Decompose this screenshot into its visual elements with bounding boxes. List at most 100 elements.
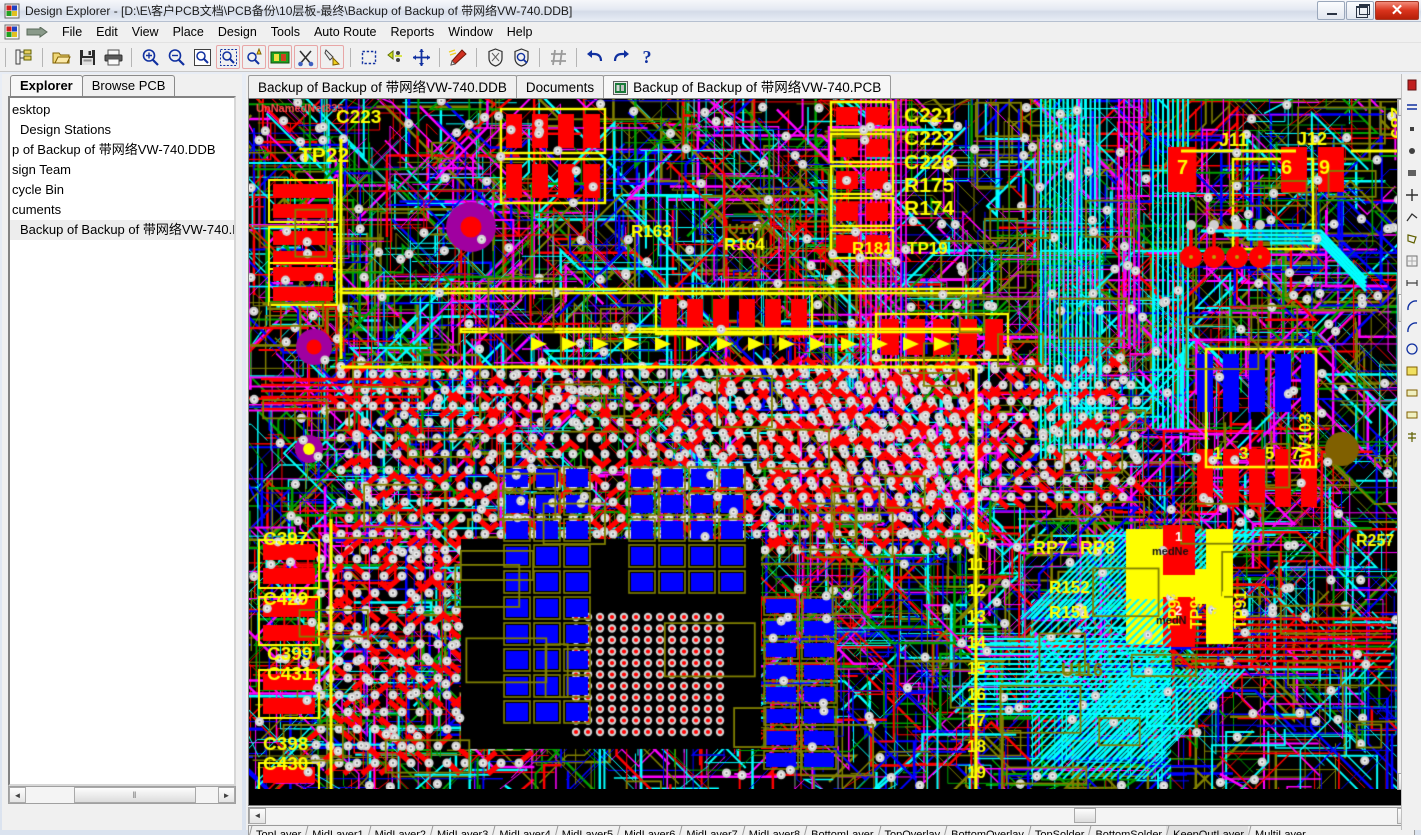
panel-tab-explorer[interactable]: Explorer	[10, 75, 83, 96]
layer-tab-midlayer2[interactable]: MidLayer2	[368, 826, 430, 835]
tree-item[interactable]: Backup of Backup of 带网络VW-740.P	[10, 220, 234, 240]
save-icon[interactable]	[75, 45, 99, 69]
maximize-button[interactable]	[1346, 1, 1374, 20]
layer-tab-multilayer[interactable]: MultiLayer	[1248, 826, 1310, 835]
move-icon[interactable]	[409, 45, 433, 69]
document-tab[interactable]: Backup of Backup of 带网络VW-740.PCB	[603, 75, 891, 98]
layer-tab-midlayer7[interactable]: MidLayer7	[679, 826, 741, 835]
place-room-icon[interactable]	[1402, 404, 1421, 426]
panel-tab-browse-pcb[interactable]: Browse PCB	[82, 75, 176, 96]
scroll-left-arrow-icon[interactable]: ◄	[9, 787, 26, 803]
help-icon[interactable]: ?	[635, 45, 659, 69]
browse-tree-icon[interactable]	[12, 45, 36, 69]
tree-item-label: Backup of Backup of 带网络VW-740.P	[20, 222, 234, 237]
layer-tab-midlayer8[interactable]: MidLayer8	[742, 826, 804, 835]
menu-item-help[interactable]: Help	[500, 23, 540, 41]
print-icon[interactable]	[101, 45, 125, 69]
menu-item-edit[interactable]: Edit	[89, 23, 125, 41]
tree-item[interactable]: sign Team	[10, 160, 234, 180]
zoom-area-icon[interactable]	[216, 45, 240, 69]
layer-tab-bottomoverlay[interactable]: BottomOverlay	[944, 826, 1028, 835]
menu-dropdown-arrow[interactable]	[23, 24, 49, 41]
canvas-hscrollbar[interactable]: ◄ ►	[248, 807, 1415, 824]
layer-tab-toplayer[interactable]: TopLayer	[249, 826, 305, 835]
pcb-component-icon[interactable]	[268, 45, 292, 69]
place-polygon-icon[interactable]	[1402, 228, 1421, 250]
toolbar-separator	[5, 48, 6, 67]
tree-item[interactable]: cuments	[10, 200, 234, 220]
document-tab[interactable]: Documents	[516, 75, 604, 98]
place-coordinate-icon[interactable]	[1402, 382, 1421, 404]
tree-item-label: Design Stations	[20, 122, 111, 137]
canvas-scroll-track[interactable]	[266, 808, 1397, 824]
layer-tab-midlayer4[interactable]: MidLayer4	[492, 826, 554, 835]
move-tool-icon[interactable]	[1402, 184, 1421, 206]
toolbar-separator	[539, 48, 540, 67]
layer-tab-bottomlayer[interactable]: BottomLayer	[804, 826, 877, 835]
drc-browse-icon[interactable]	[509, 45, 533, 69]
minimize-button[interactable]	[1317, 1, 1345, 20]
pcb-canvas[interactable]: ▲ ▼	[248, 98, 1415, 806]
undo-icon[interactable]	[583, 45, 607, 69]
close-button[interactable]: ✕	[1375, 1, 1419, 20]
document-app-icon	[3, 24, 21, 41]
tree-item[interactable]: Design Stations	[10, 120, 234, 140]
layer-tab-bar: TopLayerMidLayer1MidLayer2MidLayer3MidLa…	[248, 825, 1415, 835]
place-circle-icon[interactable]	[1402, 338, 1421, 360]
paste-icon[interactable]	[320, 45, 344, 69]
layer-tab-topoverlay[interactable]: TopOverlay	[878, 826, 945, 835]
place-arc-center-icon[interactable]	[1402, 316, 1421, 338]
tree-item[interactable]: esktop	[10, 100, 234, 120]
select-area-icon[interactable]	[357, 45, 381, 69]
union-icon[interactable]	[1402, 426, 1421, 448]
layer-tab-bottomsolder[interactable]: BottomSolder	[1088, 826, 1166, 835]
layer-tab-midlayer1[interactable]: MidLayer1	[305, 826, 367, 835]
menu-item-view[interactable]: View	[125, 23, 166, 41]
zoom-out-icon[interactable]	[164, 45, 188, 69]
grid-icon[interactable]	[546, 45, 570, 69]
place-pad-icon[interactable]	[1402, 118, 1421, 140]
layer-tab-midlayer6[interactable]: MidLayer6	[617, 826, 679, 835]
menu-item-tools[interactable]: Tools	[264, 23, 307, 41]
place-string-icon[interactable]	[1402, 360, 1421, 382]
place-component-icon[interactable]	[1402, 74, 1421, 96]
scroll-track[interactable]: ‖	[26, 787, 218, 803]
open-folder-icon[interactable]	[49, 45, 73, 69]
place-line-icon[interactable]	[1402, 206, 1421, 228]
menu-item-design[interactable]: Design	[211, 23, 264, 41]
menu-item-reports[interactable]: Reports	[384, 23, 442, 41]
zoom-in-icon[interactable]	[138, 45, 162, 69]
dimension-icon[interactable]	[1402, 272, 1421, 294]
place-arc-icon[interactable]	[1402, 294, 1421, 316]
tree-item[interactable]: cycle Bin	[10, 180, 234, 200]
pen-icon[interactable]	[446, 45, 470, 69]
canvas-scroll-thumb[interactable]	[1074, 808, 1096, 823]
menu-item-place[interactable]: Place	[166, 23, 211, 41]
explorer-hscrollbar[interactable]: ◄ ‖ ►	[8, 786, 236, 804]
scroll-thumb[interactable]: ‖	[74, 787, 196, 803]
menu-items: FileEditViewPlaceDesignToolsAuto RouteRe…	[55, 23, 539, 41]
document-tab[interactable]: Backup of Backup of 带网络VW-740.DDB	[248, 75, 517, 98]
menu-item-auto-route[interactable]: Auto Route	[307, 23, 384, 41]
zoom-selected-icon[interactable]	[242, 45, 266, 69]
array-paste-icon[interactable]	[1402, 250, 1421, 272]
scroll-right-arrow-icon[interactable]: ►	[218, 787, 235, 803]
layer-tab-midlayer3[interactable]: MidLayer3	[430, 826, 492, 835]
deselect-icon[interactable]	[383, 45, 407, 69]
place-via-icon[interactable]	[1402, 140, 1421, 162]
layer-tab-keepoutlayer[interactable]: KeepOutLayer	[1166, 826, 1248, 835]
explorer-tree[interactable]: esktop Design Stations p of Backup of 带网络V…	[8, 96, 236, 786]
redo-icon[interactable]	[609, 45, 633, 69]
layer-tab-topsolder[interactable]: TopSolder	[1028, 826, 1089, 835]
drc-shield-icon[interactable]	[483, 45, 507, 69]
place-track-icon[interactable]	[1402, 96, 1421, 118]
document-tabs: Backup of Backup of 带网络VW-740.DDBDocumen…	[246, 74, 1419, 98]
canvas-scroll-left-icon[interactable]: ◄	[249, 808, 266, 824]
place-fill-icon[interactable]	[1402, 162, 1421, 184]
cut-icon[interactable]	[294, 45, 318, 69]
layer-tab-midlayer5[interactable]: MidLayer5	[555, 826, 617, 835]
menu-item-file[interactable]: File	[55, 23, 89, 41]
zoom-document-icon[interactable]	[190, 45, 214, 69]
menu-item-window[interactable]: Window	[441, 23, 499, 41]
tree-item[interactable]: p of Backup of 带网络VW-740.DDB	[10, 140, 234, 160]
